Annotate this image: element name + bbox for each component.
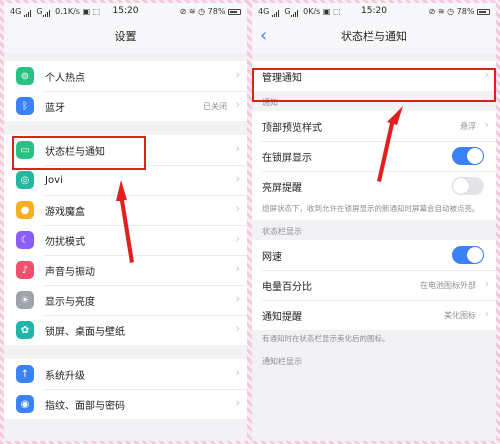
chevron-right-icon: › — [235, 172, 240, 185]
status-bar-notification-screen: 4G G 0K/s ▣ ⬚ 15:20 ⊘ ≋ ◷ 78% ‹ 状态栏与通知 管… — [252, 3, 496, 441]
settings-item-jovi[interactable]: ◎ Jovi › — [4, 165, 247, 195]
status-bar-icon: ▭ — [16, 141, 34, 159]
settings-item-system-upgrade[interactable]: ↑ 系统升级 › — [4, 359, 247, 389]
system-upgrade-icon: ↑ — [16, 365, 34, 383]
wake-toggle[interactable] — [452, 177, 484, 195]
bluetooth-icon: ᛒ — [16, 97, 34, 115]
battery-icon — [228, 9, 241, 15]
jovi-icon: ◎ — [16, 171, 34, 189]
chevron-right-icon: › — [235, 202, 240, 215]
chevron-right-icon: › — [484, 307, 489, 320]
settings-item-label: 蓝牙 — [45, 102, 65, 114]
do-not-disturb-icon: ☾ — [16, 231, 34, 249]
battery-percent-label: 电量百分比 — [262, 281, 312, 293]
brightness-icon: ☀ — [16, 291, 34, 309]
settings-item-bluetooth[interactable]: ᛒ 蓝牙 已关闭 › — [4, 91, 247, 121]
status-bar: 4G G 0K/s ▣ ⬚ 15:20 ⊘ ≋ ◷ 78% — [252, 3, 496, 21]
top-preview-style-item[interactable]: 顶部预览样式 悬浮 › — [252, 111, 496, 141]
notification-reminder-description: 有通知时在状态栏显示美化后的图标。 — [252, 330, 496, 350]
wake-description: 熄屏状态下，收到允许在锁屏显示的新通知时屏幕会自动被点亮。 — [252, 201, 496, 220]
settings-list: ⊚ 个人热点 › ᛒ 蓝牙 已关闭 › ▭ 状态栏与通知 › ◎ Jovi › ● 游戏魔盒 › ☾ 勿扰模式 › ♪… — [4, 61, 247, 419]
chevron-right-icon: › — [235, 68, 240, 81]
wifi-icon: ≋ — [188, 7, 196, 16]
mute-icon: ⊘ — [179, 7, 187, 16]
settings-item-game-box[interactable]: ● 游戏魔盒 › — [4, 195, 247, 225]
settings-group: ▭ 状态栏与通知 › ◎ Jovi › ● 游戏魔盒 › ☾ 勿扰模式 › ♪ 声音与振动 › ☀ 显示与亮度 ›… — [4, 135, 247, 345]
settings-group: ↑ 系统升级 › ◉ 指纹、面部与密码 › — [4, 359, 247, 419]
battery-percent-item[interactable]: 电量百分比 在电池图标外部 › — [252, 270, 496, 300]
settings-group: ⊚ 个人热点 › ᛒ 蓝牙 已关闭 › — [4, 61, 247, 121]
settings-item-label: 游戏魔盒 — [45, 206, 85, 218]
wake-label: 亮屏提醒 — [262, 182, 302, 194]
show-on-lockscreen-item: 在锁屏显示 — [252, 141, 496, 171]
section-statusbar: 状态栏显示 — [262, 227, 302, 236]
battery-percent: 78% — [207, 7, 226, 16]
settings-item-wallpaper[interactable]: ✿ 锁屏、桌面与壁纸 › — [4, 315, 247, 345]
status-bar: 4G G 0.1K/s ▣ ⬚ 15:20 ⊘ ≋ ◷ 78% — [4, 3, 247, 21]
settings-item-label: 勿扰模式 — [45, 236, 85, 248]
chevron-right-icon: › — [484, 118, 489, 131]
settings-item-brightness[interactable]: ☀ 显示与亮度 › — [4, 285, 247, 315]
lockscreen-toggle[interactable] — [452, 147, 484, 165]
top-preview-label: 顶部预览样式 — [262, 122, 322, 134]
fingerprint-icon: ◉ — [16, 395, 34, 413]
chevron-right-icon: › — [235, 396, 240, 409]
net-speed-toggle[interactable] — [452, 246, 484, 264]
top-preview-value: 悬浮 — [460, 121, 476, 131]
settings-item-fingerprint[interactable]: ◉ 指纹、面部与密码 › — [4, 389, 247, 419]
chevron-right-icon: › — [235, 142, 240, 155]
settings-item-sound[interactable]: ♪ 声音与振动 › — [4, 255, 247, 285]
chevron-right-icon: › — [484, 277, 489, 290]
battery-icon — [477, 9, 490, 15]
mute-icon: ⊘ — [428, 7, 436, 16]
chevron-right-icon: › — [235, 292, 240, 305]
page-title: 状态栏与通知 — [341, 30, 407, 43]
net-speed-item: 网速 — [252, 240, 496, 270]
settings-item-label: Jovi — [45, 174, 63, 186]
settings-item-value: 已关闭 — [203, 101, 227, 111]
settings-screen: 4G G 0.1K/s ▣ ⬚ 15:20 ⊘ ≋ ◷ 78% 设置 ⊚ 个人热点… — [4, 3, 247, 441]
settings-item-label: 指纹、面部与密码 — [45, 400, 125, 412]
notification-reminder-label: 通知提醒 — [262, 311, 302, 323]
chevron-right-icon: › — [235, 366, 240, 379]
settings-item-status-bar[interactable]: ▭ 状态栏与通知 › — [4, 135, 247, 165]
nav-bar: ‹ 状态栏与通知 — [252, 21, 496, 53]
wake-screen-item: 亮屏提醒 — [252, 171, 496, 201]
lockscreen-label: 在锁屏显示 — [262, 152, 312, 164]
settings-item-hotspot[interactable]: ⊚ 个人热点 › — [4, 61, 247, 91]
alarm-icon: ◷ — [198, 7, 206, 16]
sound-icon: ♪ — [16, 261, 34, 279]
status-right: ⊘ ≋ ◷ 78% — [180, 7, 241, 16]
wifi-icon: ≋ — [437, 7, 445, 16]
alarm-icon: ◷ — [447, 7, 455, 16]
settings-item-label: 个人热点 — [45, 72, 85, 84]
notification-reminder-item[interactable]: 通知提醒 美化图标 › — [252, 300, 496, 330]
net-speed-label: 网速 — [262, 251, 282, 263]
chevron-right-icon: › — [235, 98, 240, 111]
settings-item-label: 状态栏与通知 — [45, 146, 105, 158]
back-icon[interactable]: ‹ — [260, 21, 280, 53]
settings-item-do-not-disturb[interactable]: ☾ 勿扰模式 › — [4, 225, 247, 255]
wallpaper-icon: ✿ — [16, 321, 34, 339]
chevron-right-icon: › — [235, 232, 240, 245]
settings-item-label: 锁屏、桌面与壁纸 — [45, 326, 125, 338]
section-notification: 通知 — [262, 98, 278, 107]
settings-item-label: 声音与振动 — [45, 266, 95, 278]
section-notifybar: 通知栏显示 — [262, 357, 302, 366]
battery-percent: 78% — [456, 7, 475, 16]
chevron-right-icon: › — [235, 262, 240, 275]
battery-percent-value: 在电池图标外部 — [420, 280, 476, 290]
settings-item-label: 系统升级 — [45, 370, 85, 382]
settings-item-label: 显示与亮度 — [45, 296, 95, 308]
notification-reminder-value: 美化图标 — [444, 310, 476, 320]
game-box-icon: ● — [16, 201, 34, 219]
hotspot-icon: ⊚ — [16, 67, 34, 85]
status-right: ⊘ ≋ ◷ 78% — [429, 7, 490, 16]
manage-notifications-label: 管理通知 — [262, 72, 302, 84]
chevron-right-icon: › — [484, 68, 489, 81]
page-title: 设置 — [4, 21, 247, 53]
manage-notifications-item[interactable]: 管理通知 › — [252, 61, 496, 91]
chevron-right-icon: › — [235, 322, 240, 335]
